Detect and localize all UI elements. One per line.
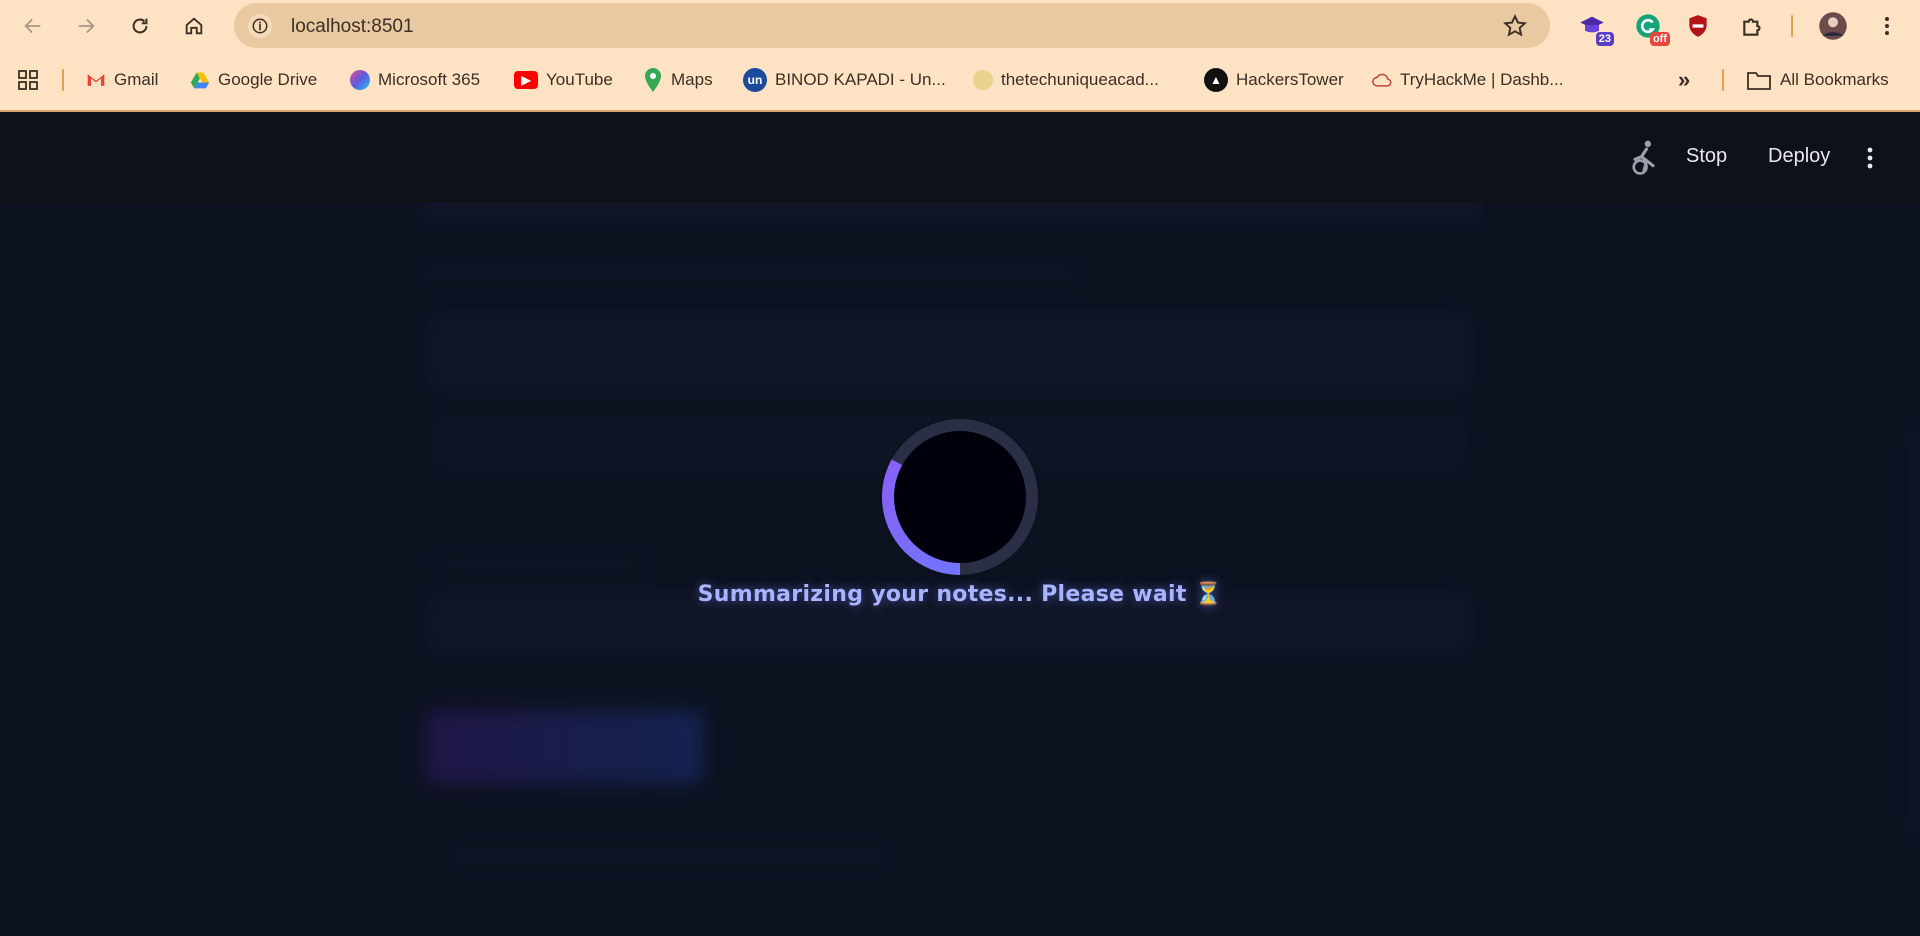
bookmark-tryhackme[interactable]: TryHackMe | Dashb... (1372, 68, 1563, 92)
spinner-icon (882, 419, 1038, 575)
bookmark-label: thetechuniqueacad... (1001, 70, 1159, 89)
microsoft-365-icon (350, 70, 370, 90)
app-main: Summarizing your notes... Please wait ⏳ (0, 202, 1920, 936)
loading-message: Summarizing your notes... Please wait ⏳ (697, 582, 1223, 607)
extension-badge: 23 (1595, 32, 1614, 46)
hackerstower-icon: ▲ (1204, 68, 1228, 92)
profile-avatar[interactable] (1817, 10, 1849, 42)
stop-button[interactable]: Stop (1686, 145, 1727, 168)
bookmark-label: YouTube (546, 70, 613, 89)
main-menu-icon[interactable] (1860, 146, 1880, 170)
browser-toolbar: localhost:8501 23 off (0, 0, 1920, 52)
reload-icon (132, 18, 148, 34)
reload-button[interactable] (122, 8, 158, 44)
address-bar[interactable]: localhost:8501 (234, 3, 1550, 48)
folder-icon (1747, 72, 1771, 90)
bookmark-label: BINOD KAPADI - Un... (775, 70, 946, 89)
tryhackme-icon (1372, 70, 1392, 90)
toolbar-divider (1791, 15, 1793, 37)
double-chevron-right-icon: » (1678, 67, 1691, 92)
gmail-icon (86, 70, 106, 90)
apps-button[interactable] (16, 68, 40, 92)
url-text: localhost:8501 (291, 16, 414, 37)
browser-chrome: localhost:8501 23 off Gmail Google Drive… (0, 0, 1920, 112)
kebab-menu-icon (1885, 17, 1889, 35)
google-drive-icon (190, 70, 210, 90)
site-info-icon[interactable] (248, 14, 272, 38)
deploy-button[interactable]: Deploy (1768, 145, 1830, 168)
bookmark-microsoft-365[interactable]: Microsoft 365 (350, 68, 480, 92)
academy-icon (973, 70, 993, 90)
extension-badge: off (1649, 32, 1670, 46)
shield-icon (1689, 15, 1707, 37)
extension-grammarly[interactable]: off (1632, 10, 1670, 46)
apps-grid-icon (18, 70, 38, 90)
puzzle-icon (1743, 18, 1761, 36)
unstop-icon: un (743, 68, 767, 92)
bookmark-label: Maps (671, 70, 713, 89)
avatar-icon (1819, 12, 1847, 40)
extension-graduation-cap[interactable]: 23 (1576, 10, 1614, 46)
forward-arrow-icon (78, 18, 95, 34)
bookmark-gmail[interactable]: Gmail (86, 68, 158, 92)
bookmarks-bar: Gmail Google Drive Microsoft 365 ▶ YouTu… (0, 58, 1920, 102)
app-header: Stop Deploy (0, 112, 1920, 202)
bookmarks-divider (62, 69, 64, 91)
bookmark-label: TryHackMe | Dashb... (1400, 70, 1564, 89)
bookmark-label: Gmail (114, 70, 159, 89)
bookmark-hackerstower[interactable]: ▲ HackersTower (1204, 68, 1344, 92)
bookmark-label: Microsoft 365 (378, 70, 481, 89)
youtube-icon: ▶ (514, 71, 538, 89)
forward-button[interactable] (68, 8, 104, 44)
bookmark-label: HackersTower (1236, 70, 1344, 89)
extensions-menu-button[interactable] (1737, 10, 1769, 42)
bookmarks-divider (1722, 69, 1724, 91)
bookmark-thetechuniqueacademy[interactable]: thetechuniqueacad... (973, 68, 1159, 92)
all-bookmarks-label: All Bookmarks (1780, 70, 1889, 89)
loading-spinner (875, 412, 1045, 582)
bookmark-maps[interactable]: Maps (643, 68, 713, 92)
bookmark-google-drive[interactable]: Google Drive (190, 68, 317, 92)
bookmark-unstop[interactable]: un BINOD KAPADI - Un... (743, 68, 946, 92)
browser-menu-button[interactable] (1871, 10, 1903, 42)
maps-icon (643, 68, 663, 92)
back-button[interactable] (15, 8, 51, 44)
home-button[interactable] (176, 8, 212, 44)
home-icon (185, 17, 203, 35)
extension-shield[interactable] (1682, 10, 1714, 42)
bookmark-youtube[interactable]: ▶ YouTube (514, 68, 613, 92)
back-arrow-icon (24, 18, 41, 34)
running-man-icon (1632, 140, 1655, 175)
bookmark-star-icon[interactable] (1502, 13, 1528, 39)
bookmarks-overflow-button[interactable]: » (1678, 67, 1691, 92)
bookmark-label: Google Drive (218, 70, 318, 89)
all-bookmarks-button[interactable]: All Bookmarks (1746, 68, 1889, 92)
